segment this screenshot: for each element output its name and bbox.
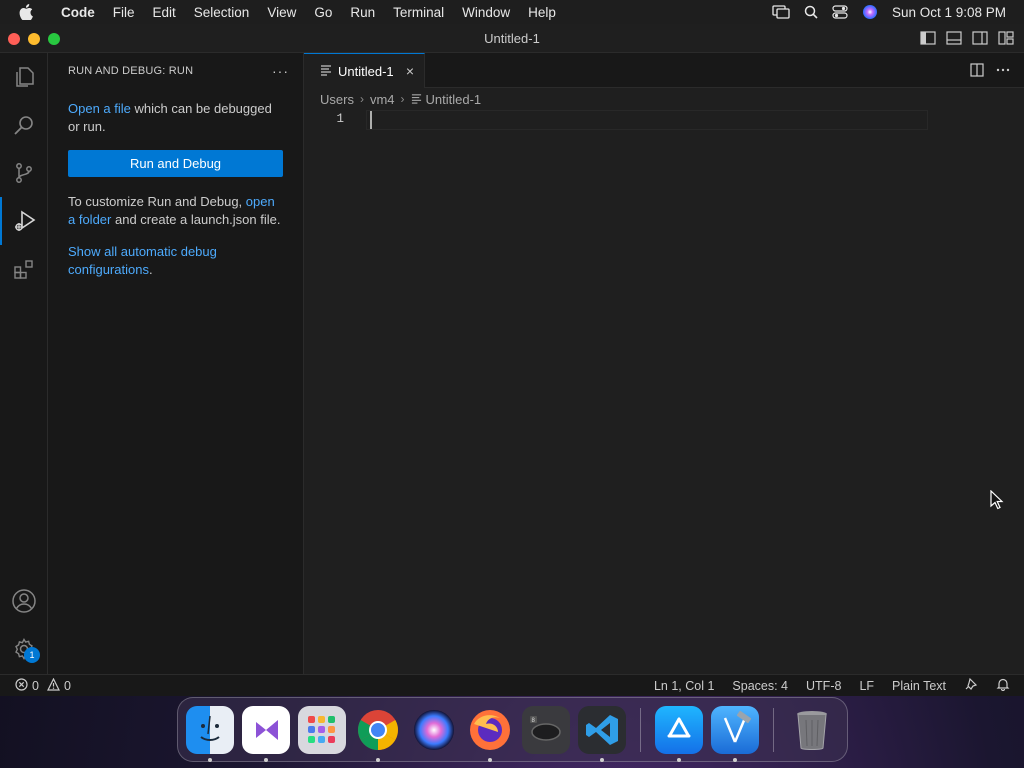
tab-close-icon[interactable]: × (406, 63, 414, 79)
vscode-icon[interactable] (578, 705, 626, 762)
open-file-link[interactable]: Open a file (68, 101, 131, 116)
chrome-icon[interactable] (354, 706, 402, 762)
show-debug-configurations-link[interactable]: Show all automatic debug configurations (68, 244, 217, 277)
siri-icon[interactable] (410, 706, 458, 754)
toggle-primary-sidebar-icon[interactable] (920, 31, 936, 45)
breadcrumb-vm4[interactable]: vm4 (370, 92, 395, 107)
editor-more-actions-icon[interactable] (996, 63, 1010, 80)
menubar-clock[interactable]: Sun Oct 1 9:08 PM (892, 5, 1006, 20)
xcode-icon[interactable] (711, 705, 759, 762)
sidebar-header: RUN AND DEBUG: RUN ··· (48, 53, 303, 88)
split-editor-icon[interactable] (970, 63, 984, 80)
macos-dock: 8 (177, 697, 848, 762)
gpu-app-icon[interactable]: 8 (522, 705, 570, 754)
extensions-icon[interactable] (0, 245, 48, 293)
accounts-icon[interactable] (0, 577, 48, 625)
screen-mirroring-icon[interactable] (772, 5, 790, 19)
file-encoding[interactable]: UTF-8 (806, 679, 841, 693)
debug-configurations-tail: . (148, 262, 153, 277)
menu-edit[interactable]: Edit (144, 5, 185, 20)
open-file-paragraph: Open a file which can be debugged or run… (68, 100, 283, 136)
code-editor[interactable]: 1 (304, 110, 1024, 130)
editor-area: Untitled-1 × Users › vm4 › Untitled-1 1 (304, 53, 1024, 674)
customize-layout-icon[interactable] (998, 31, 1014, 45)
breadcrumb-file[interactable]: Untitled-1 (426, 92, 482, 107)
sidebar-more-actions-icon[interactable]: ··· (272, 63, 289, 79)
siri-icon[interactable] (862, 4, 878, 20)
explorer-icon[interactable] (0, 53, 48, 101)
search-icon[interactable] (0, 101, 48, 149)
customize-text: To customize Run and Debug, (68, 194, 246, 209)
language-mode[interactable]: Plain Text (892, 679, 946, 693)
menu-run[interactable]: Run (341, 5, 384, 20)
control-center-icon[interactable] (832, 5, 848, 19)
warning-icon (46, 677, 60, 694)
menu-go[interactable]: Go (305, 5, 341, 20)
tab-label: Untitled-1 (338, 63, 394, 79)
menu-terminal[interactable]: Terminal (384, 5, 453, 20)
mouse-pointer-icon (990, 489, 1004, 513)
launchpad-icon[interactable] (298, 705, 346, 754)
debug-configurations-paragraph: Show all automatic debug configurations. (68, 243, 283, 279)
menu-app-name[interactable]: Code (52, 5, 104, 20)
feedback-icon[interactable] (964, 677, 978, 694)
trash-icon[interactable] (788, 706, 836, 754)
breadcrumb: Users › vm4 › Untitled-1 (304, 88, 1024, 110)
finder-icon[interactable] (186, 705, 234, 762)
menu-selection[interactable]: Selection (185, 5, 259, 20)
status-bar: 0 0 Ln 1, Col 1 Spaces: 4 UTF-8 LF Plain… (0, 674, 1024, 696)
chevron-right-icon: › (359, 92, 364, 106)
current-line-highlight (366, 110, 928, 130)
apple-menu-icon[interactable] (0, 4, 52, 20)
toggle-panel-icon[interactable] (946, 31, 962, 45)
visual-studio-icon[interactable] (242, 705, 290, 762)
tab-untitled-1[interactable]: Untitled-1 × (304, 53, 425, 88)
spotlight-search-icon[interactable] (804, 5, 818, 19)
customize-paragraph: To customize Run and Debug, open a folde… (68, 193, 283, 229)
sidebar-title: RUN AND DEBUG: RUN (68, 64, 194, 77)
line-number: 1 (336, 112, 344, 126)
breadcrumb-users[interactable]: Users (320, 92, 354, 107)
source-control-icon[interactable] (0, 149, 48, 197)
menu-window[interactable]: Window (453, 5, 519, 20)
dock-separator (640, 707, 641, 752)
indentation-setting[interactable]: Spaces: 4 (732, 679, 788, 693)
editor-tab-bar: Untitled-1 × (304, 53, 1024, 88)
firefox-icon[interactable] (466, 706, 514, 762)
notifications-bell-icon[interactable] (996, 677, 1010, 694)
customize-tail-text: and create a launch.json file. (111, 212, 281, 227)
app-store-icon[interactable] (655, 705, 703, 762)
error-count: 0 (32, 678, 39, 693)
activity-bar: 1 (0, 53, 48, 674)
text-cursor (370, 111, 372, 129)
macos-menu-bar: Code File Edit Selection View Go Run Ter… (0, 0, 1024, 24)
menu-view[interactable]: View (258, 5, 305, 20)
run-debug-sidebar: RUN AND DEBUG: RUN ··· Open a file which… (48, 53, 304, 674)
text-file-icon (411, 92, 422, 107)
title-bar: Untitled-1 (0, 24, 1024, 53)
error-icon (15, 677, 28, 694)
manage-gear-icon[interactable]: 1 (0, 625, 48, 673)
cursor-position[interactable]: Ln 1, Col 1 (654, 679, 714, 693)
run-and-debug-button[interactable]: Run and Debug (68, 150, 283, 177)
text-file-icon (320, 64, 332, 79)
chevron-right-icon: › (400, 92, 405, 106)
dock-separator (773, 707, 774, 752)
run-and-debug-icon[interactable] (0, 197, 48, 245)
toggle-secondary-sidebar-icon[interactable] (972, 31, 988, 45)
settings-update-badge: 1 (24, 647, 40, 663)
vscode-window: Untitled-1 1 RUN AND DEBUG: RUN ··· Open… (0, 24, 1024, 696)
end-of-line[interactable]: LF (859, 679, 874, 693)
window-title: Untitled-1 (484, 31, 540, 46)
warning-count: 0 (63, 678, 71, 693)
problems-status[interactable]: 0 0 (0, 677, 71, 694)
menu-file[interactable]: File (104, 5, 144, 20)
menu-help[interactable]: Help (519, 5, 565, 20)
